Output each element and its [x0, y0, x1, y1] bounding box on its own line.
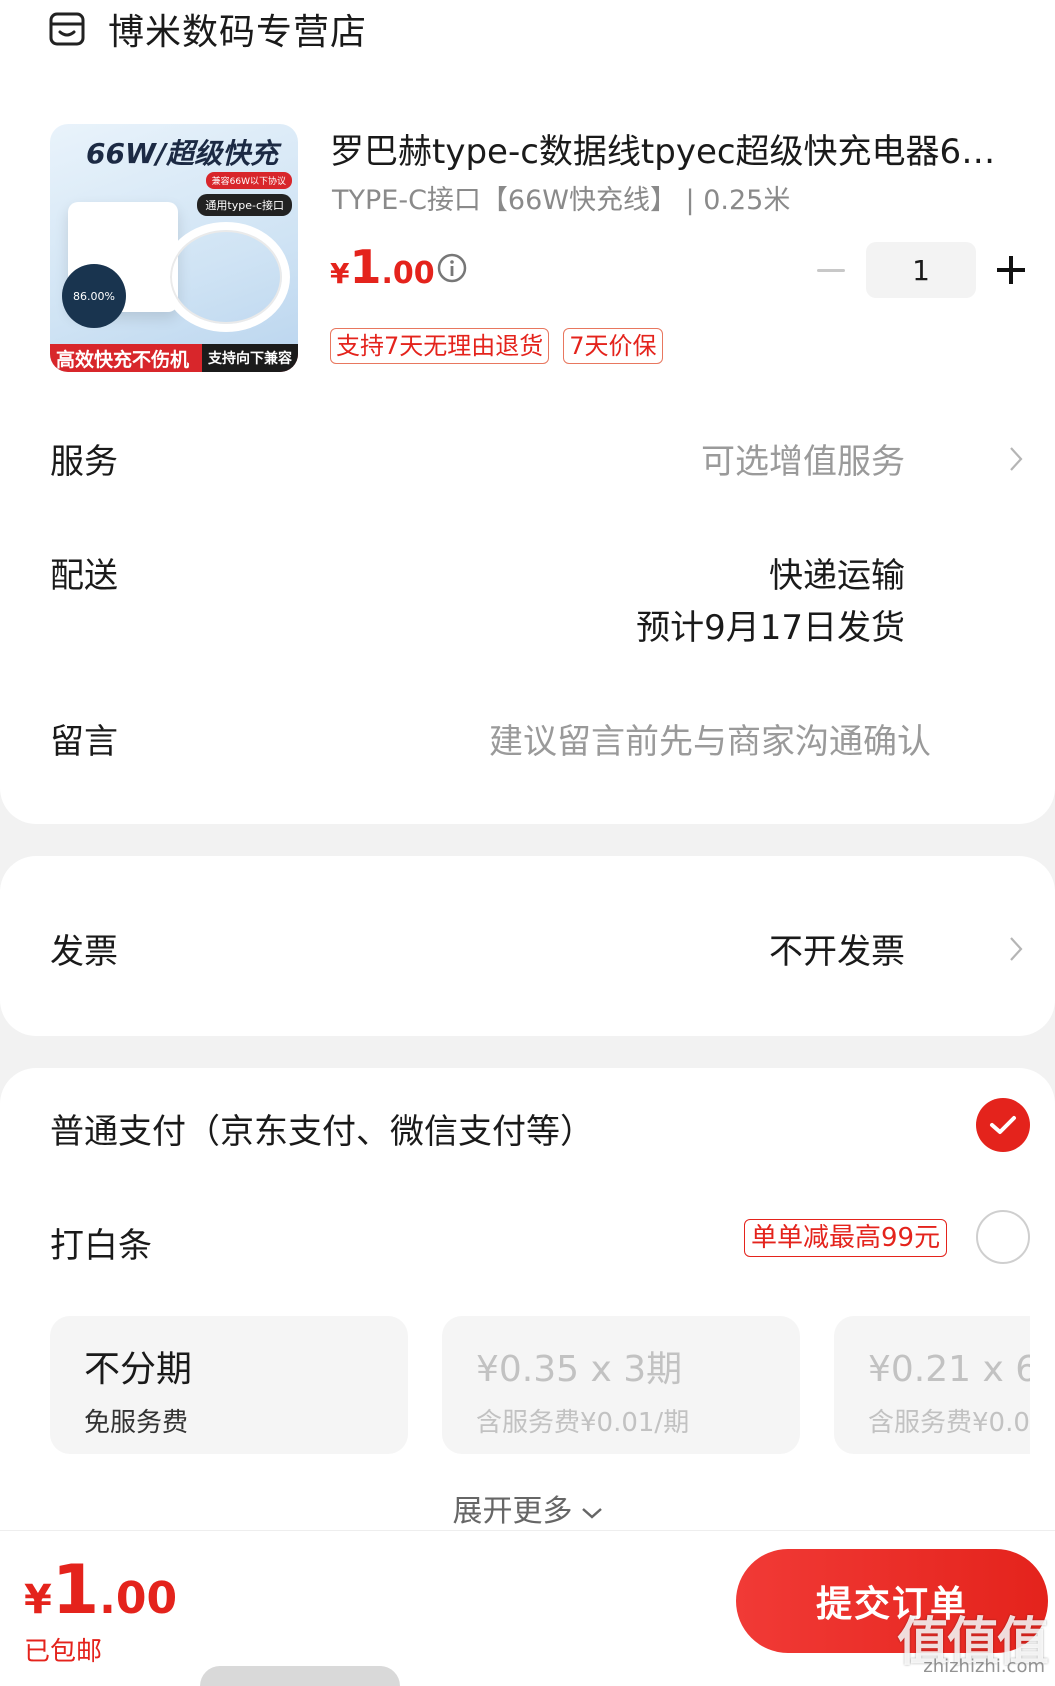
service-label: 服务: [50, 442, 118, 482]
expand-more-label: 展开更多: [452, 1494, 573, 1529]
normal-pay-label[interactable]: 普通支付（京东支付、微信支付等）: [50, 1104, 594, 1153]
store-header[interactable]: 博米数码专营店: [48, 4, 367, 54]
plan-sub: 含服务费¥0.01/期: [476, 1408, 690, 1438]
service-value[interactable]: 可选增值服务: [701, 434, 905, 483]
plus-icon-vertical: [1009, 256, 1013, 284]
plan-option[interactable]: ¥0.21 x 6期 含服务费¥0.0: [834, 1316, 1030, 1454]
store-icon: [49, 12, 85, 46]
plan-sub: 含服务费¥0.0: [868, 1408, 1030, 1438]
thumb-bottom-banner: 高效快充不伤机 支持向下兼容: [50, 344, 298, 372]
watermark-site: zhizhizhi.com: [923, 1656, 1045, 1677]
shipping-status: 已包邮: [24, 1637, 103, 1667]
delivery-label: 配送: [50, 556, 118, 596]
quantity-input[interactable]: 1: [866, 242, 976, 298]
baitiao-promo-badge: 单单减最高99元: [744, 1219, 948, 1257]
plan-main: ¥0.35 x 3期: [476, 1349, 683, 1390]
product-spec[interactable]: TYPE-C接口【66W快充线】 | 0.25米: [332, 178, 790, 217]
message-label: 留言: [50, 722, 118, 762]
invoice-value[interactable]: 不开发票: [769, 924, 905, 973]
plan-option[interactable]: ¥0.35 x 3期 含服务费¥0.01/期: [442, 1316, 800, 1454]
price-integer: 1: [349, 240, 382, 294]
normal-pay-radio[interactable]: [976, 1098, 1030, 1152]
quantity-decrease-button[interactable]: [816, 250, 846, 290]
tag-price-protect: 7天价保: [563, 328, 663, 364]
home-indicator[interactable]: [200, 1666, 400, 1686]
plan-option[interactable]: 不分期 免服务费: [50, 1316, 408, 1454]
total-decimal: .00: [99, 1573, 178, 1624]
delivery-eta: 预计9月17日发货: [636, 608, 905, 648]
thumb-badge: 86.00%: [62, 264, 126, 328]
chevron-down-icon: [581, 1507, 602, 1519]
installment-plans: 不分期 免服务费 ¥0.35 x 3期 含服务费¥0.01/期 ¥0.21 x …: [50, 1316, 1030, 1456]
quantity-increase-button[interactable]: [996, 250, 1026, 290]
plan-main: ¥0.21 x 6期: [868, 1349, 1030, 1390]
thumb-pill-dark: 通用type-c接口: [197, 194, 292, 216]
product-title[interactable]: 罗巴赫type-c数据线tpyec超级快充电器6…: [330, 124, 1030, 173]
info-icon[interactable]: [436, 252, 468, 284]
invoice-card[interactable]: 发票 不开发票: [0, 856, 1055, 1036]
thumb-bottom-left: 高效快充不伤机: [56, 348, 190, 371]
product-tags: 支持7天无理由退货 7天价保: [330, 328, 663, 364]
baitiao-label[interactable]: 打白条: [50, 1218, 152, 1267]
checkmark-icon: [990, 1116, 1016, 1134]
expand-more-button[interactable]: 展开更多: [0, 1486, 1055, 1530]
minus-icon: [817, 268, 845, 272]
chevron-right-icon[interactable]: [1009, 936, 1023, 962]
thumb-pill-red: 兼容66W以下协议: [205, 172, 292, 189]
price-decimal: .00: [381, 256, 435, 291]
total-currency: ¥: [24, 1577, 52, 1623]
delivery-method[interactable]: 快递运输: [769, 548, 905, 597]
tag-return: 支持7天无理由退货: [330, 328, 550, 364]
plan-main: 不分期: [84, 1349, 193, 1390]
order-card: 博米数码专营店 66W/超级快充 兼容66W以下协议 通用type-c接口 86…: [0, 0, 1055, 824]
thumb-headline: 66W/超级快充: [86, 137, 279, 170]
total-price: ¥ 1 .00: [24, 1551, 177, 1630]
thumb-bottom-right: 支持向下兼容: [202, 344, 298, 372]
store-name: 博米数码专营店: [108, 12, 368, 53]
invoice-label: 发票: [50, 932, 118, 972]
message-input[interactable]: 建议留言前先与商家沟通确认: [489, 714, 931, 763]
total-integer: 1: [51, 1551, 100, 1630]
price-currency: ¥: [330, 257, 350, 290]
chevron-right-icon[interactable]: [1009, 446, 1023, 472]
baitiao-radio[interactable]: [976, 1210, 1030, 1264]
cable-coil-shape: [162, 222, 290, 332]
product-price: ¥ 1 .00: [330, 240, 435, 294]
product-image[interactable]: 66W/超级快充 兼容66W以下协议 通用type-c接口 86.00% 高效快…: [50, 124, 298, 372]
plan-sub: 免服务费: [84, 1408, 189, 1438]
